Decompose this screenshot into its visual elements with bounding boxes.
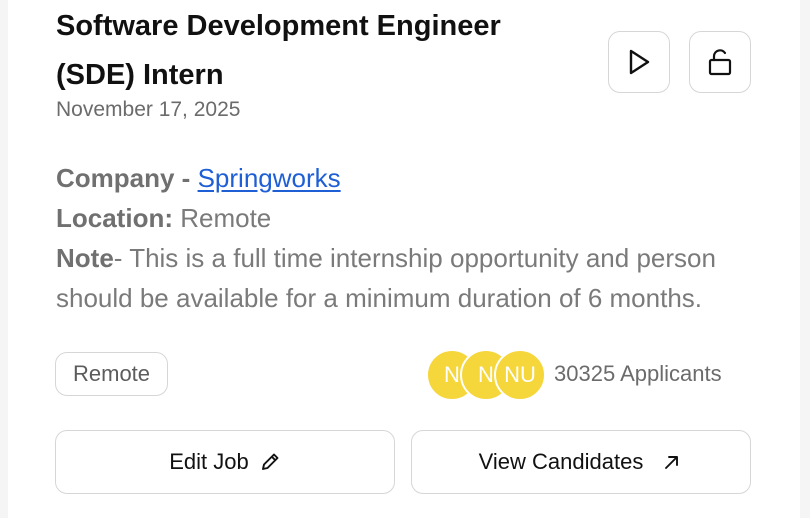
job-details: Company - Springworks Location: Remote N… (56, 158, 756, 318)
job-card: Software Development Engineer (SDE) Inte… (8, 0, 800, 518)
play-icon (629, 49, 650, 75)
note-text: - This is a full time internship opportu… (56, 243, 716, 313)
note-label: Note (56, 243, 114, 273)
unlock-button[interactable] (689, 31, 751, 93)
avatar: NU (494, 349, 546, 401)
edit-job-label: Edit Job (169, 449, 249, 474)
company-row: Company - Springworks (56, 158, 756, 198)
edit-job-button[interactable]: Edit Job (55, 430, 395, 494)
job-title: Software Development Engineer (SDE) Inte… (56, 10, 501, 91)
location-label: Location: (56, 203, 173, 233)
location-value: Remote (173, 203, 272, 233)
applicant-count: 30325 Applicants (554, 361, 722, 386)
arrow-up-right-icon (665, 456, 679, 469)
tag-remote: Remote (55, 352, 169, 396)
play-button[interactable] (608, 31, 670, 93)
pencil-icon (261, 453, 279, 470)
job-date: November 17, 2025 (56, 98, 241, 121)
unlock-icon (708, 49, 732, 76)
note-row: Note- This is a full time internship opp… (56, 238, 756, 318)
location-row: Location: Remote (56, 198, 756, 238)
company-link[interactable]: Springworks (198, 163, 341, 193)
view-candidates-button[interactable]: View Candidates (411, 430, 751, 494)
applicant-avatars: N N NU (426, 349, 546, 401)
company-label: Company - (56, 163, 198, 193)
view-candidates-label: View Candidates (478, 449, 644, 474)
